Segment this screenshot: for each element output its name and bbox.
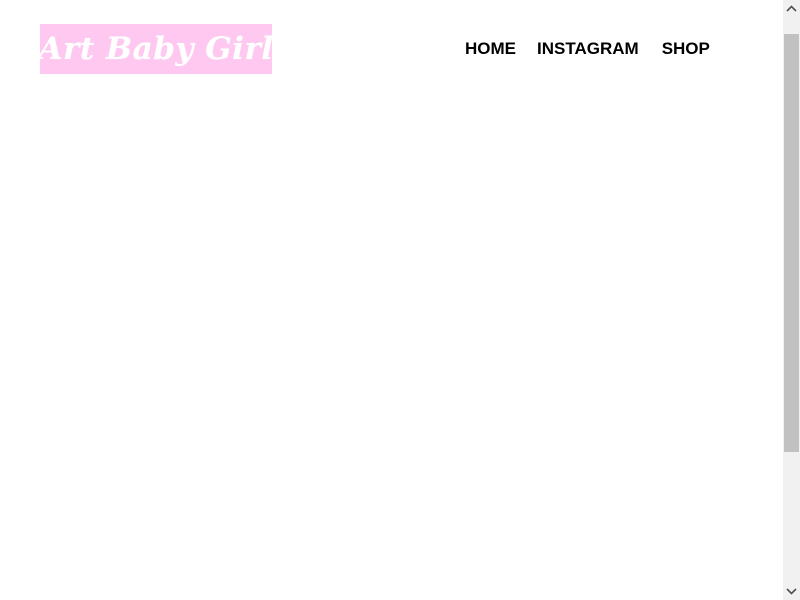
chevron-up-icon: [786, 5, 797, 12]
main-nav: HOME INSTAGRAM SHOP: [465, 38, 710, 60]
scroll-down-button[interactable]: [783, 583, 800, 600]
nav-home-link[interactable]: HOME: [465, 38, 516, 60]
site-logo-link[interactable]: Art Baby Girl: [38, 24, 274, 74]
page: Art Baby Girl HOME INSTAGRAM SHOP: [0, 0, 800, 600]
site-logo-text: Art Baby Girl: [38, 31, 274, 67]
vertical-scrollbar[interactable]: [783, 0, 800, 600]
main-content: Art Baby Girl HOME INSTAGRAM SHOP: [0, 0, 783, 600]
chevron-down-icon: [786, 588, 797, 595]
nav-shop-link[interactable]: SHOP: [662, 38, 710, 60]
nav-instagram-link[interactable]: INSTAGRAM: [537, 38, 639, 60]
scrollbar-thumb[interactable]: [784, 34, 799, 452]
scroll-up-button[interactable]: [783, 0, 800, 17]
